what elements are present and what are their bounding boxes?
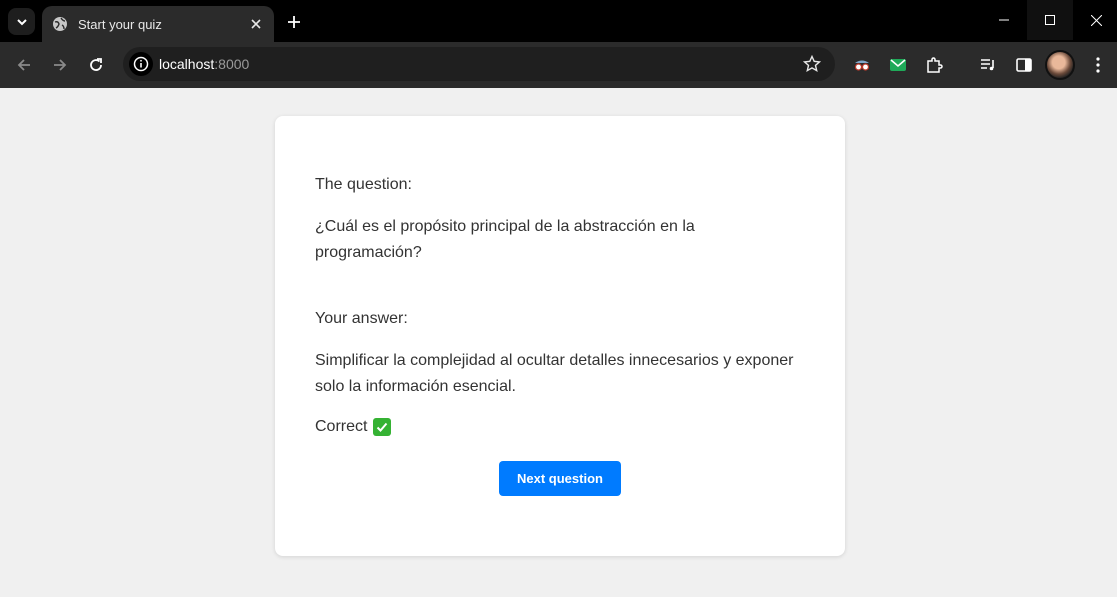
reload-button[interactable] [84,53,108,77]
back-button[interactable] [12,53,36,77]
browser-window: Start your quiz localhost:8000 The quest… [0,0,1117,597]
kebab-menu-icon [1096,57,1100,73]
arrow-right-icon [54,59,67,71]
maximize-button[interactable] [1027,0,1073,40]
puzzle-extensions-icon[interactable] [922,53,946,77]
answer-label: Your answer: [315,310,408,327]
close-icon [1090,14,1102,26]
url-port: :8000 [214,56,250,72]
new-tab-button[interactable] [282,10,306,34]
reload-icon [90,58,102,71]
forward-button[interactable] [48,53,72,77]
info-icon [133,56,149,72]
url-host: localhost [159,56,215,72]
question-label: The question: [315,176,412,193]
spy-extension-icon[interactable] [850,53,874,77]
bookmark-star-icon[interactable] [802,54,822,74]
next-question-button[interactable]: Next question [499,461,621,496]
site-info-button[interactable] [129,52,153,76]
page-content: The question: ¿Cuál es el propósito prin… [0,88,1117,597]
browser-tab[interactable]: Start your quiz [42,6,274,42]
tab-strip: Start your quiz [0,0,1117,42]
side-panel-icon[interactable] [1012,53,1036,77]
tab-search-button[interactable] [8,8,35,35]
maximize-icon [1045,15,1055,25]
browser-toolbar: localhost:8000 [0,42,1117,88]
plus-icon [288,16,300,28]
check-mark-icon [373,418,392,436]
browser-menu-button[interactable] [1088,53,1108,77]
result-text: Correct [315,418,368,435]
tab-title: Start your quiz [78,16,162,32]
minimize-icon [999,19,1009,21]
mail-extension-icon[interactable] [886,53,910,77]
answer-text: Simplificar la complejidad al ocultar de… [315,352,794,395]
close-window-button[interactable] [1073,0,1117,40]
quiz-card: The question: ¿Cuál es el propósito prin… [275,116,845,556]
globe-icon [52,16,68,32]
media-playlist-icon[interactable] [976,53,1000,77]
address-bar[interactable]: localhost:8000 [123,47,835,81]
chevron-down-icon [16,18,27,25]
question-text: ¿Cuál es el propósito principal de la ab… [315,218,695,261]
close-tab-icon[interactable] [246,14,266,34]
minimize-button[interactable] [981,0,1027,40]
arrow-left-icon [17,59,30,71]
url-text: localhost:8000 [159,56,249,72]
profile-avatar[interactable] [1045,50,1075,80]
result-row: Correct [315,414,392,440]
